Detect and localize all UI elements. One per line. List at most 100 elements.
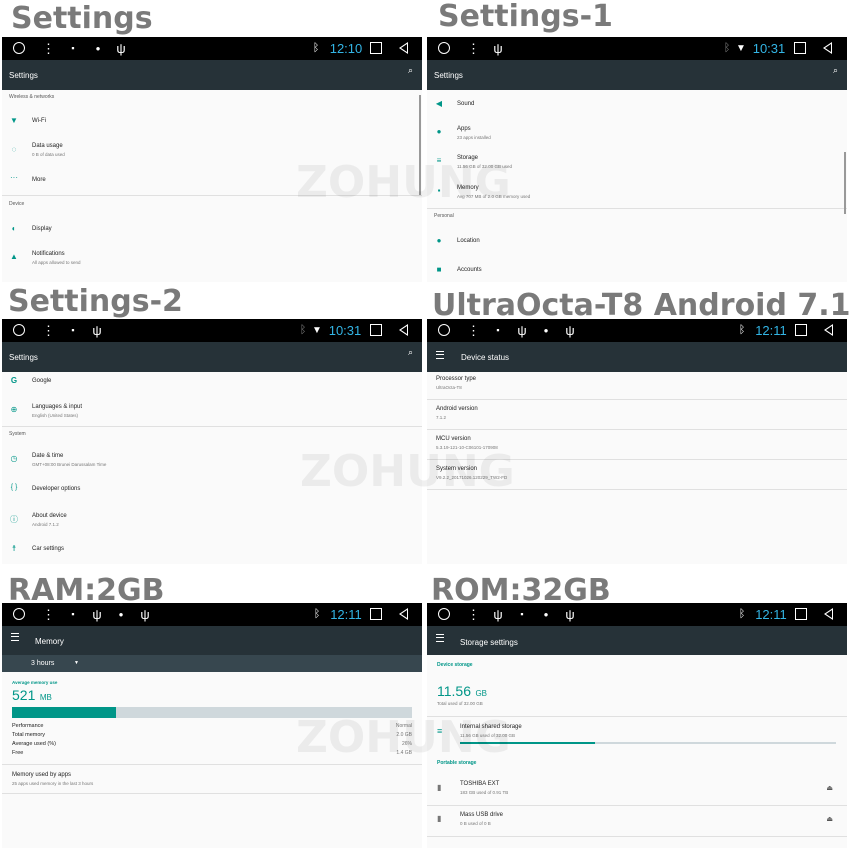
back-icon[interactable] xyxy=(824,324,833,336)
watermark: ZOHUNG xyxy=(300,446,515,497)
settings-item-accounts[interactable]: ■ Accounts xyxy=(427,264,847,282)
status-bar: ⋮ ψ ▪ ● ψ ᛒ 12:11 xyxy=(427,603,847,626)
android-version-label: Android version xyxy=(436,406,478,412)
eject-icon[interactable]: ⏏ xyxy=(826,815,833,823)
item-subtitle: 0 B used of 0 B xyxy=(460,821,491,826)
shield-icon: ● xyxy=(543,610,549,619)
item-subtitle: 0 B of data used xyxy=(32,152,65,157)
clock: 10:31 xyxy=(328,323,362,338)
menu-dots-icon[interactable]: ⋮ xyxy=(42,603,55,626)
back-icon[interactable] xyxy=(399,324,408,336)
menu-dots-icon[interactable]: ⋮ xyxy=(467,37,480,60)
android-icon: ● xyxy=(436,127,442,136)
back-icon[interactable] xyxy=(824,608,833,620)
back-icon[interactable] xyxy=(399,608,408,620)
wifi-status-icon: ▼ xyxy=(312,325,322,336)
settings-item-apps[interactable]: ● Apps 23 apps installed xyxy=(427,124,847,148)
item-title: Accounts xyxy=(457,267,482,273)
app-toolbar: Storage settings xyxy=(427,626,847,655)
home-circle-icon[interactable] xyxy=(13,324,25,336)
wifi-icon: ▼ xyxy=(10,116,18,125)
usb-icon: ψ xyxy=(493,41,503,56)
shield-icon: ● xyxy=(95,44,101,53)
hamburger-menu-icon[interactable] xyxy=(11,633,19,641)
item-title: About device xyxy=(32,513,67,519)
usb-icon: ψ xyxy=(92,607,102,622)
settings-item-about-device[interactable]: ⓘ About device Android 7.1.2 xyxy=(2,511,422,535)
caption-settings: Settings xyxy=(11,1,153,36)
settings-item-notifications[interactable]: ▲ Notifications All apps allowed to send xyxy=(2,249,422,273)
section-header: Personal xyxy=(434,213,454,219)
clock: 12:11 xyxy=(330,607,362,622)
menu-dots-icon[interactable]: ⋮ xyxy=(42,37,55,60)
usb-icon: ψ xyxy=(493,607,503,622)
settings-item-languages[interactable]: ⊕ Languages & input English (United Stat… xyxy=(2,402,422,426)
recents-square-icon[interactable] xyxy=(794,42,806,54)
usb-icon: ψ xyxy=(517,323,527,338)
item-subtitle: 183 GB used of 0.91 TB xyxy=(460,790,509,795)
caption-settings-2: Settings-2 xyxy=(8,284,183,319)
settings-item-car-settings[interactable]: ☨ Car settings xyxy=(2,543,422,563)
device-storage-header: Device storage xyxy=(437,662,473,668)
menu-dots-icon[interactable]: ⋮ xyxy=(467,603,480,626)
clock: 10:31 xyxy=(752,41,786,56)
recents-square-icon[interactable] xyxy=(370,324,382,336)
divider xyxy=(2,793,422,794)
google-icon: G xyxy=(10,376,18,385)
scrollbar[interactable] xyxy=(844,152,846,214)
home-circle-icon[interactable] xyxy=(13,608,25,620)
data-usage-icon: ◌ xyxy=(11,145,17,154)
settings-item-location[interactable]: ● Location xyxy=(427,235,847,255)
recents-square-icon[interactable] xyxy=(795,608,807,620)
divider xyxy=(427,805,847,806)
search-icon[interactable]: ⌕ xyxy=(833,65,838,76)
hamburger-menu-icon[interactable] xyxy=(436,351,444,359)
toshiba-ext-item[interactable]: ▮ TOSHIBA EXT 183 GB used of 0.91 TB ⏏ xyxy=(427,778,847,804)
recents-square-icon[interactable] xyxy=(795,324,807,336)
usb-icon: ψ xyxy=(565,323,575,338)
back-icon[interactable] xyxy=(399,42,408,54)
toolbar-title: Device status xyxy=(461,353,510,362)
average-memory-label: Average memory use xyxy=(12,680,58,685)
shield-icon: ● xyxy=(118,610,124,619)
average-memory-value: 521 MB xyxy=(12,687,52,703)
back-icon[interactable] xyxy=(823,42,832,54)
time-range-spinner[interactable]: 3 hours ▼ xyxy=(2,655,422,672)
search-icon[interactable]: ⌕ xyxy=(408,347,413,358)
item-title: More xyxy=(32,177,46,183)
menu-dots-icon[interactable]: ⋮ xyxy=(467,319,480,342)
memory-used-by-apps-item[interactable]: Memory used by apps 25 apps used memory … xyxy=(2,768,422,792)
home-circle-icon[interactable] xyxy=(438,42,450,54)
mass-usb-drive-item[interactable]: ▮ Mass USB drive 0 B used of 0 B ⏏ xyxy=(427,809,847,835)
settings-item-google[interactable]: G Google xyxy=(2,375,422,395)
item-subtitle: 23 apps installed xyxy=(457,135,491,140)
usb-icon: ψ xyxy=(565,607,575,622)
recents-square-icon[interactable] xyxy=(370,608,382,620)
app-toolbar: Settings ⌕ xyxy=(2,342,422,372)
toolbar-title: Settings xyxy=(434,71,463,80)
settings-item-display[interactable]: ◐ Display xyxy=(2,223,422,243)
settings-item-wifi[interactable]: ▼ Wi-Fi xyxy=(2,115,422,137)
eject-icon[interactable]: ⏏ xyxy=(826,784,833,792)
app-toolbar: Memory xyxy=(2,626,422,655)
hamburger-menu-icon[interactable] xyxy=(436,634,444,642)
toolbar-title: Memory xyxy=(35,637,64,646)
total-memory-label: Total memory xyxy=(12,732,46,738)
gallery-icon: ▪ xyxy=(71,609,75,619)
location-pin-icon: ● xyxy=(436,236,442,245)
recents-square-icon[interactable] xyxy=(370,42,382,54)
item-title: Languages & input xyxy=(32,404,83,410)
bluetooth-icon: ᛒ xyxy=(738,608,746,620)
item-subtitle: GMT+08:00 Brunei Darussalam Time xyxy=(32,462,107,467)
watermark: ZOHUNG xyxy=(296,157,511,208)
home-circle-icon[interactable] xyxy=(438,324,450,336)
android-version-value: 7.1.2 xyxy=(436,415,447,420)
search-icon[interactable]: ⌕ xyxy=(408,65,413,76)
home-circle-icon[interactable] xyxy=(438,608,450,620)
settings-item-sound[interactable]: ◀ Sound xyxy=(427,98,847,118)
menu-dots-icon[interactable]: ⋮ xyxy=(42,319,55,342)
home-circle-icon[interactable] xyxy=(13,42,25,54)
brightness-icon: ◐ xyxy=(11,224,17,233)
accessibility-icon: ☨ xyxy=(11,544,17,553)
status-bar: ⋮ ψ ᛒ ▼ 10:31 xyxy=(427,37,847,60)
